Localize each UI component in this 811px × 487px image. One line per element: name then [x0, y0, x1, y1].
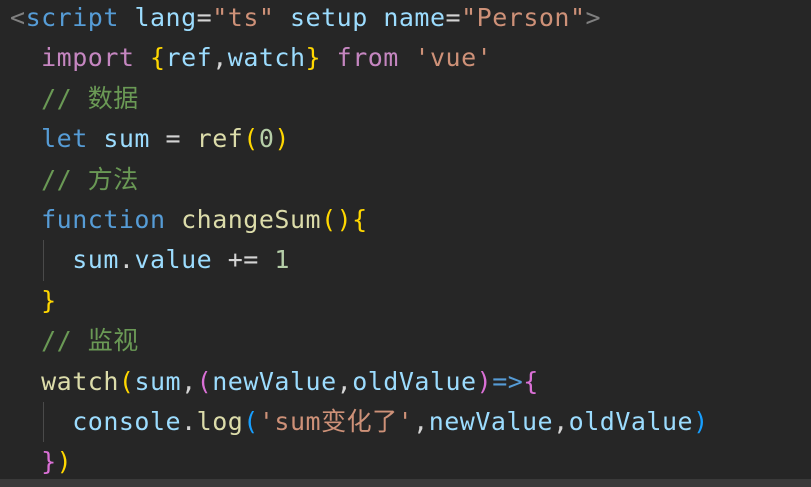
code-token: newValue — [428, 406, 554, 436]
code-token: . — [181, 406, 197, 436]
code-token: let — [41, 124, 88, 154]
code-token: < — [10, 3, 26, 32]
horizontal-scrollbar[interactable] — [0, 479, 811, 487]
code-line[interactable]: let sum = ref(0) — [10, 119, 709, 159]
code-token: => — [492, 366, 524, 396]
code-token: 'sum变化了' — [258, 406, 414, 436]
code-token: "ts" — [212, 3, 275, 32]
code-token: . — [118, 245, 135, 275]
code-token: { — [352, 204, 368, 234]
code-token: 'vue' — [414, 43, 493, 73]
code-line[interactable]: // 数据 — [10, 79, 709, 119]
code-token: script — [25, 3, 119, 32]
code-token: ref — [165, 43, 213, 73]
code-line[interactable]: watch(sum,(newValue,oldValue)=>{ — [10, 362, 709, 402]
code-token: oldValue — [568, 406, 694, 436]
code-token: ) — [56, 447, 73, 477]
code-token: } — [41, 285, 57, 315]
code-token: import — [41, 43, 135, 73]
code-token: sum — [103, 124, 150, 154]
code-token: } — [41, 447, 57, 477]
code-token: ) — [693, 406, 709, 436]
code-token: name — [383, 3, 446, 32]
code-line[interactable]: console.log('sum变化了',newValue,oldValue) — [10, 401, 709, 443]
code-token: ( — [118, 366, 135, 396]
indent-guide — [43, 401, 44, 443]
code-token: += — [212, 245, 275, 275]
code-line[interactable]: // 监视 — [10, 321, 709, 361]
code-line[interactable]: // 方法 — [10, 160, 709, 200]
code-line[interactable]: <script lang="ts" setup name="Person"> — [10, 0, 709, 38]
code-content[interactable]: <script lang="ts" setup name="Person"> i… — [10, 0, 709, 483]
code-token: sum — [134, 366, 182, 396]
code-token: oldValue — [352, 366, 477, 396]
code-token: = — [196, 3, 213, 32]
code-token: "Person" — [461, 3, 586, 32]
code-token: ) — [476, 366, 493, 396]
code-token: log — [196, 406, 244, 436]
code-token: watch — [41, 366, 119, 396]
indent-guide — [43, 240, 44, 281]
code-token: 0 — [258, 124, 275, 154]
code-token: , — [212, 43, 228, 73]
code-token: value — [134, 245, 213, 275]
code-line[interactable]: sum.value += 1 — [10, 240, 709, 281]
code-token: 1 — [274, 245, 290, 275]
code-token: // 方法 — [41, 164, 139, 194]
code-token: { — [149, 43, 166, 73]
code-token: ref — [196, 124, 244, 154]
code-token: sum — [72, 245, 119, 275]
code-token: newValue — [212, 366, 337, 396]
code-token: = — [445, 3, 462, 32]
code-token: , — [553, 406, 569, 436]
code-token: lang — [134, 3, 197, 32]
code-token: > — [585, 3, 602, 32]
code-token: , — [181, 366, 197, 396]
code-token: function — [41, 204, 166, 234]
code-line[interactable]: import {ref,watch} from 'vue' — [10, 38, 709, 78]
code-token: () — [321, 204, 353, 234]
code-token: console — [72, 406, 182, 436]
code-line[interactable]: } — [10, 281, 709, 321]
code-token: { — [523, 366, 539, 396]
code-token: = — [149, 124, 197, 154]
code-editor[interactable]: <script lang="ts" setup name="Person"> i… — [0, 0, 811, 487]
code-token: ( — [243, 406, 259, 436]
code-token: changeSum — [181, 204, 322, 234]
code-token: } — [305, 43, 322, 73]
code-token: ( — [243, 124, 259, 154]
code-token: , — [413, 406, 429, 436]
code-token: watch — [227, 43, 306, 73]
code-token: // 数据 — [41, 83, 139, 113]
code-token: setup — [290, 3, 368, 32]
code-token: , — [336, 366, 353, 396]
code-line[interactable]: function changeSum(){ — [10, 200, 709, 240]
code-token: ( — [196, 366, 213, 396]
code-token: // 监视 — [41, 326, 139, 356]
code-token: from — [336, 43, 399, 73]
code-token: ) — [274, 124, 290, 154]
code-line[interactable]: }) — [10, 442, 709, 482]
